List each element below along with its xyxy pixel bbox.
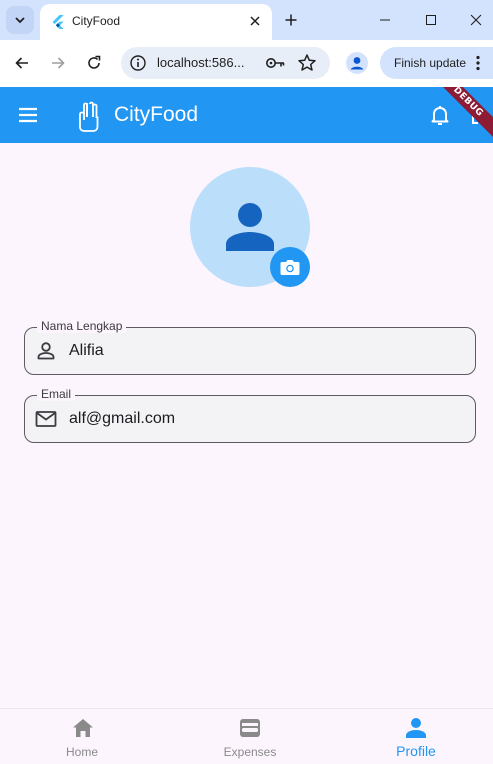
browser-toolbar: localhost:586... Finish update <box>0 40 493 87</box>
notification-bell-icon[interactable] <box>428 103 452 127</box>
chevron-down-icon <box>15 17 25 24</box>
minimize-icon <box>380 19 390 21</box>
flutter-favicon-icon <box>52 15 64 29</box>
email-field[interactable]: Email <box>24 387 476 443</box>
arrow-right-icon <box>52 57 65 69</box>
app-title: CityFood <box>114 103 199 126</box>
app-bar: CityFood DEBUG <box>0 87 493 143</box>
avatar-icon <box>346 52 368 74</box>
home-icon <box>73 719 93 737</box>
url-text[interactable]: localhost:586... <box>157 55 244 70</box>
menu-icon[interactable] <box>16 103 40 127</box>
tab-search-button[interactable] <box>6 6 34 34</box>
wallet-icon <box>240 719 260 737</box>
window-close-button[interactable] <box>461 5 491 35</box>
reload-icon <box>88 55 101 69</box>
finish-update-label: Finish update <box>394 56 467 70</box>
nav-item-profile[interactable]: Profile <box>334 709 493 764</box>
tab-close-button[interactable] <box>246 12 264 30</box>
person-outline-icon <box>37 342 55 360</box>
back-button[interactable] <box>9 50 35 76</box>
forward-button[interactable] <box>45 50 71 76</box>
browser-tabstrip: CityFood <box>0 0 493 40</box>
close-icon <box>470 14 482 26</box>
bookmark-star-icon[interactable] <box>297 53 317 73</box>
profile-page: Nama Lengkap Email <box>0 143 493 708</box>
nav-item-expenses[interactable]: Expenses <box>168 709 332 764</box>
site-info-icon[interactable] <box>129 54 147 72</box>
name-input[interactable] <box>69 328 459 374</box>
tab-title: CityFood <box>72 14 121 28</box>
nav-label-profile: Profile <box>396 743 436 759</box>
reload-button[interactable] <box>81 50 107 76</box>
email-input[interactable] <box>69 396 459 442</box>
person-icon <box>226 203 274 251</box>
camera-icon <box>280 260 300 275</box>
more-vert-icon <box>476 55 480 71</box>
browser-tab-cityfood[interactable]: CityFood <box>40 4 272 40</box>
arrow-left-icon <box>15 57 28 69</box>
finish-update-button[interactable]: Finish update <box>380 47 493 79</box>
close-icon <box>250 16 260 26</box>
window-minimize-button[interactable] <box>370 5 400 35</box>
nav-label-expenses: Expenses <box>223 745 277 759</box>
maximize-icon <box>426 15 436 25</box>
password-key-icon[interactable] <box>265 55 285 71</box>
person-icon <box>406 718 426 738</box>
address-bar[interactable]: localhost:586... <box>121 47 330 79</box>
nav-label-home: Home <box>65 745 98 759</box>
name-field[interactable]: Nama Lengkap <box>24 319 476 375</box>
new-tab-button[interactable] <box>280 9 302 31</box>
window-maximize-button[interactable] <box>416 5 446 35</box>
bottom-navigation: Home Expenses Profile <box>0 708 493 764</box>
mail-outline-icon <box>35 411 57 427</box>
plus-icon <box>285 14 297 26</box>
change-photo-button[interactable] <box>270 247 310 287</box>
cityfood-logo-icon <box>79 101 99 132</box>
browser-profile-button[interactable] <box>344 50 370 76</box>
nav-item-home[interactable]: Home <box>0 709 164 764</box>
